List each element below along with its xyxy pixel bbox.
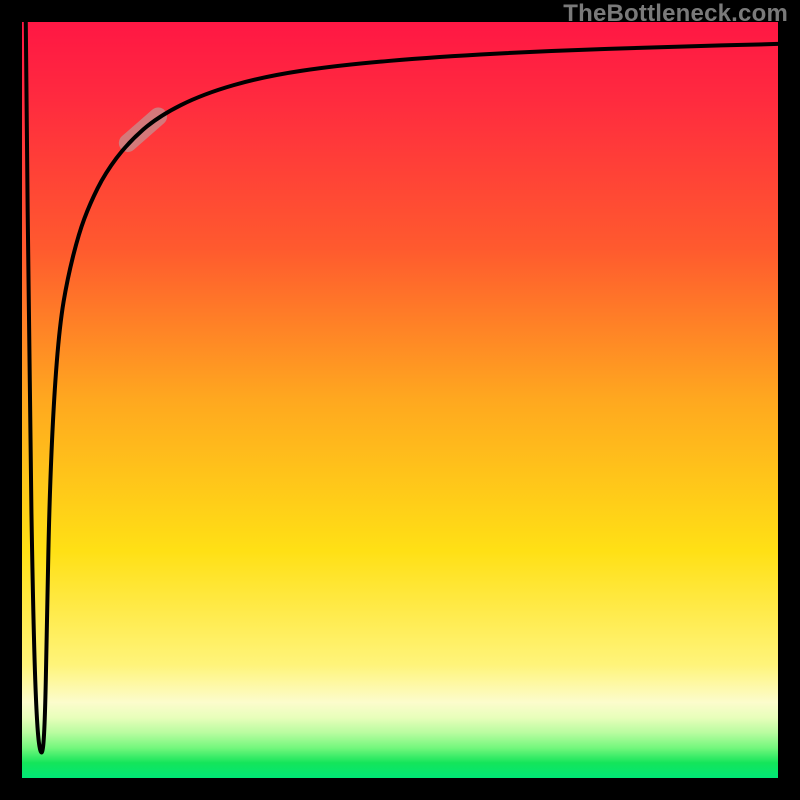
chart-gradient-background bbox=[22, 22, 778, 778]
chart-frame: TheBottleneck.com bbox=[0, 0, 800, 800]
watermark-text: TheBottleneck.com bbox=[563, 0, 788, 28]
